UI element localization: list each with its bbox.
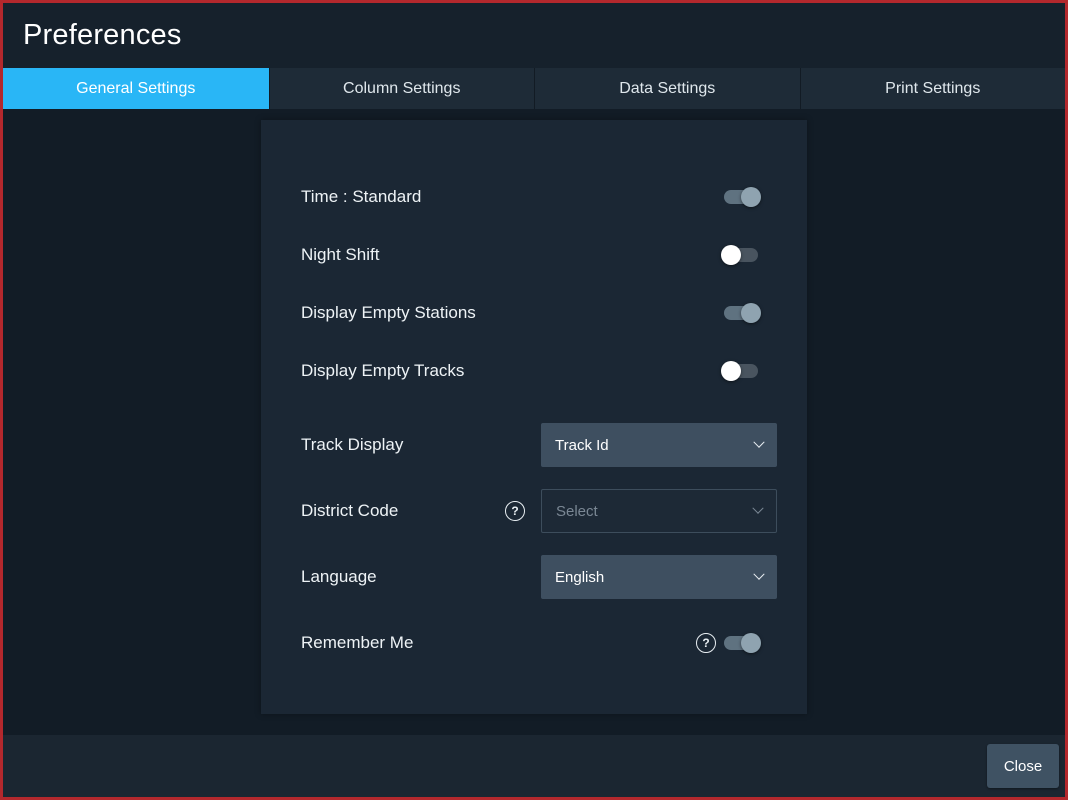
- toggle-knob: [721, 245, 741, 265]
- footer-bar: Close: [3, 735, 1065, 797]
- setting-row-night-shift: Night Shift: [301, 233, 777, 277]
- toggle-knob: [741, 303, 761, 323]
- close-button[interactable]: Close: [987, 744, 1059, 788]
- content-area: Time : Standard Night Shift Display Empt…: [3, 109, 1065, 735]
- toggle-knob: [741, 633, 761, 653]
- toggle-knob: [741, 187, 761, 207]
- tab-print-settings[interactable]: Print Settings: [799, 68, 1065, 109]
- settings-panel: Time : Standard Night Shift Display Empt…: [261, 120, 807, 714]
- select-value: Track Id: [555, 436, 609, 454]
- tab-column-settings[interactable]: Column Settings: [268, 68, 534, 109]
- setting-label: Language: [301, 567, 377, 586]
- remember-me-toggle[interactable]: [724, 633, 761, 653]
- time-standard-toggle[interactable]: [724, 187, 761, 207]
- setting-label: Display Empty Stations: [301, 303, 476, 322]
- setting-label: Time : Standard: [301, 187, 422, 206]
- setting-label: Display Empty Tracks: [301, 361, 465, 380]
- setting-label: Remember Me: [301, 633, 414, 652]
- chevron-down-icon: [752, 502, 764, 514]
- setting-row-track-display: Track Display Track Id: [301, 423, 777, 467]
- page-title: Preferences: [23, 19, 182, 51]
- select-value: English: [555, 568, 605, 586]
- setting-row-time-standard: Time : Standard: [301, 175, 777, 219]
- tab-bar: General Settings Column Settings Data Se…: [3, 68, 1065, 109]
- chevron-down-icon: [753, 568, 765, 580]
- language-select[interactable]: English: [541, 555, 777, 599]
- select-value: Select: [556, 502, 598, 520]
- display-empty-tracks-toggle[interactable]: [721, 361, 758, 381]
- tab-general-settings[interactable]: General Settings: [3, 68, 269, 109]
- setting-row-display-empty-stations: Display Empty Stations: [301, 291, 777, 335]
- tab-data-settings[interactable]: Data Settings: [534, 68, 800, 109]
- setting-row-remember-me: Remember Me ?: [301, 621, 777, 665]
- help-icon[interactable]: ?: [505, 501, 525, 521]
- preferences-window: Preferences General Settings Column Sett…: [0, 0, 1068, 800]
- titlebar: Preferences: [3, 3, 1065, 68]
- help-icon[interactable]: ?: [696, 633, 716, 653]
- chevron-down-icon: [753, 436, 765, 448]
- setting-row-district-code: District Code ? Select: [301, 489, 777, 533]
- setting-label: Track Display: [301, 435, 404, 454]
- setting-row-language: Language English: [301, 555, 777, 599]
- toggle-knob: [721, 361, 741, 381]
- district-code-select[interactable]: Select: [541, 489, 777, 533]
- setting-label: District Code: [301, 501, 399, 520]
- display-empty-stations-toggle[interactable]: [724, 303, 761, 323]
- night-shift-toggle[interactable]: [721, 245, 758, 265]
- setting-label: Night Shift: [301, 245, 380, 264]
- setting-row-display-empty-tracks: Display Empty Tracks: [301, 349, 777, 393]
- track-display-select[interactable]: Track Id: [541, 423, 777, 467]
